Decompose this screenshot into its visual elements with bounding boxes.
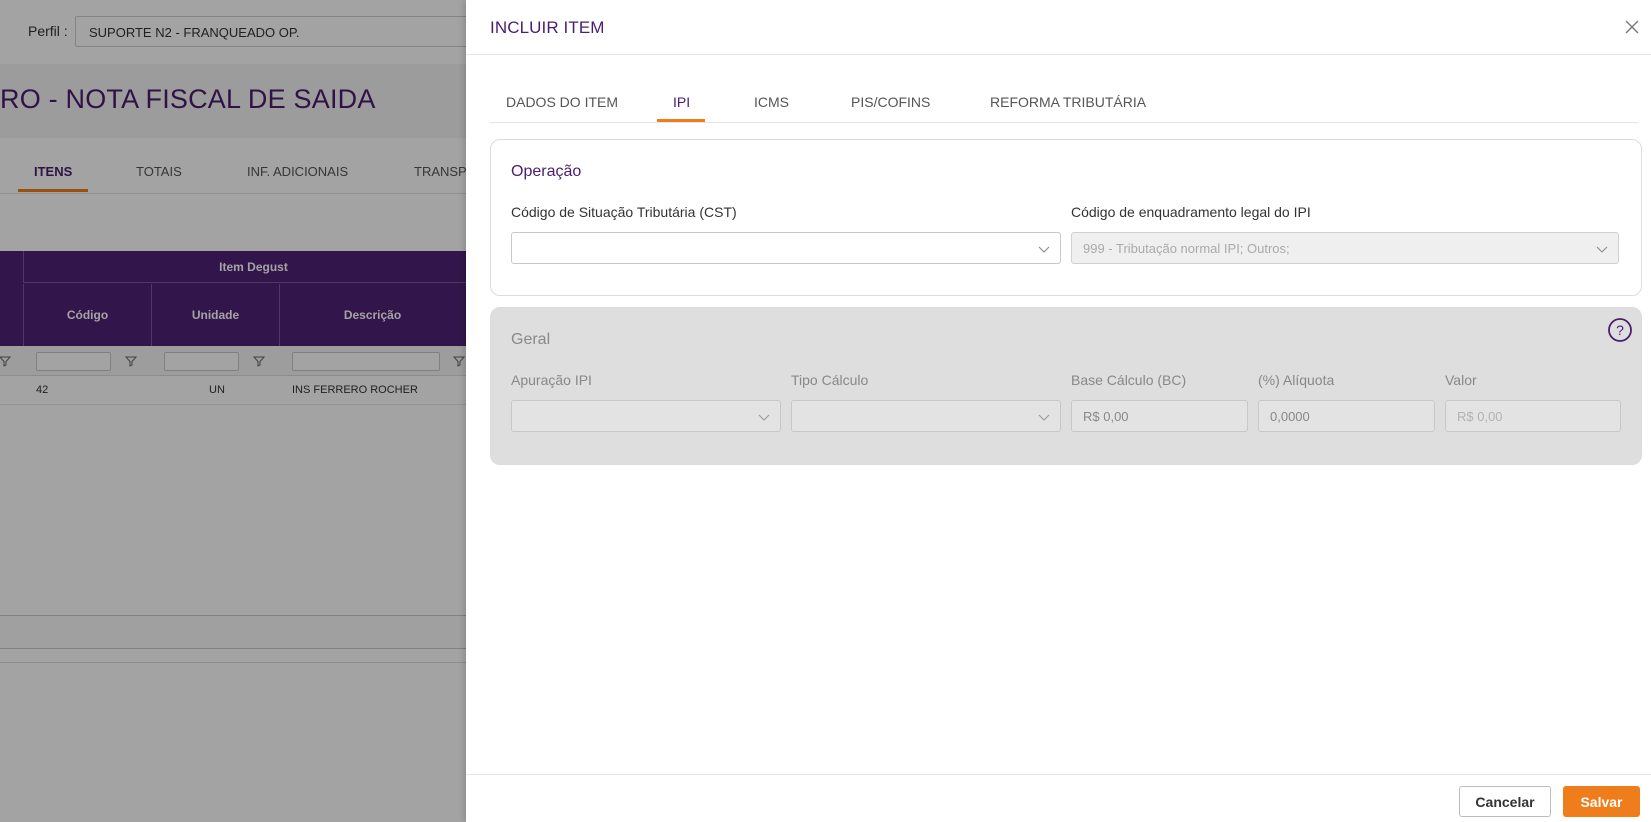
chevron-down-icon xyxy=(1038,246,1050,253)
tipo-calculo-select[interactable] xyxy=(791,400,1061,432)
chevron-down-icon xyxy=(1596,246,1608,253)
geral-card: Geral ? Apuração IPI Tipo Cálculo Base C… xyxy=(490,307,1642,465)
operacao-title: Operação xyxy=(511,163,582,180)
chevron-down-icon xyxy=(758,414,770,421)
cst-label: Código de Situação Tributária (CST) xyxy=(511,204,737,220)
enquadramento-select[interactable]: 999 - Tributação normal IPI; Outros; xyxy=(1071,232,1619,264)
cancel-button[interactable]: Cancelar xyxy=(1459,786,1551,817)
base-calculo-input[interactable]: R$ 0,00 xyxy=(1071,400,1248,432)
operacao-card: Operação Código de Situação Tributária (… xyxy=(490,139,1642,296)
enquadramento-value: 999 - Tributação normal IPI; Outros; xyxy=(1083,241,1290,256)
apuracao-select[interactable] xyxy=(511,400,781,432)
aliquota-label: (%) Alíquota xyxy=(1258,372,1335,388)
tab-pis-cofins[interactable]: PIS/COFINS xyxy=(851,94,930,110)
tab-dados-do-item[interactable]: DADOS DO ITEM xyxy=(506,94,618,110)
drawer-footer: Cancelar Salvar xyxy=(466,774,1651,822)
aliquota-input[interactable]: 0,0000 xyxy=(1258,400,1435,432)
valor-input[interactable]: R$ 0,00 xyxy=(1445,400,1621,432)
help-icon[interactable]: ? xyxy=(1607,317,1633,343)
drawer-header: INCLUIR ITEM xyxy=(466,0,1651,55)
save-button[interactable]: Salvar xyxy=(1563,786,1640,817)
tab-ipi[interactable]: IPI xyxy=(673,94,690,110)
base-calculo-label: Base Cálculo (BC) xyxy=(1071,372,1187,388)
chevron-down-icon xyxy=(1038,414,1050,421)
close-icon[interactable] xyxy=(1621,16,1643,38)
svg-text:?: ? xyxy=(1616,322,1624,338)
incluir-item-drawer: INCLUIR ITEM DADOS DO ITEM IPI ICMS PIS/… xyxy=(466,0,1651,822)
tab-active-indicator xyxy=(657,119,705,122)
geral-title: Geral xyxy=(511,331,551,348)
tipo-calculo-label: Tipo Cálculo xyxy=(791,372,869,388)
cst-select[interactable] xyxy=(511,232,1061,264)
tab-icms[interactable]: ICMS xyxy=(754,94,789,110)
apuracao-label: Apuração IPI xyxy=(511,372,592,388)
enquadramento-label: Código de enquadramento legal do IPI xyxy=(1071,204,1311,220)
drawer-tabs: DADOS DO ITEM IPI ICMS PIS/COFINS REFORM… xyxy=(490,88,1638,123)
valor-label: Valor xyxy=(1445,372,1477,388)
tab-reforma-tributaria[interactable]: REFORMA TRIBUTÁRIA xyxy=(990,94,1146,110)
drawer-title: INCLUIR ITEM xyxy=(490,18,605,37)
